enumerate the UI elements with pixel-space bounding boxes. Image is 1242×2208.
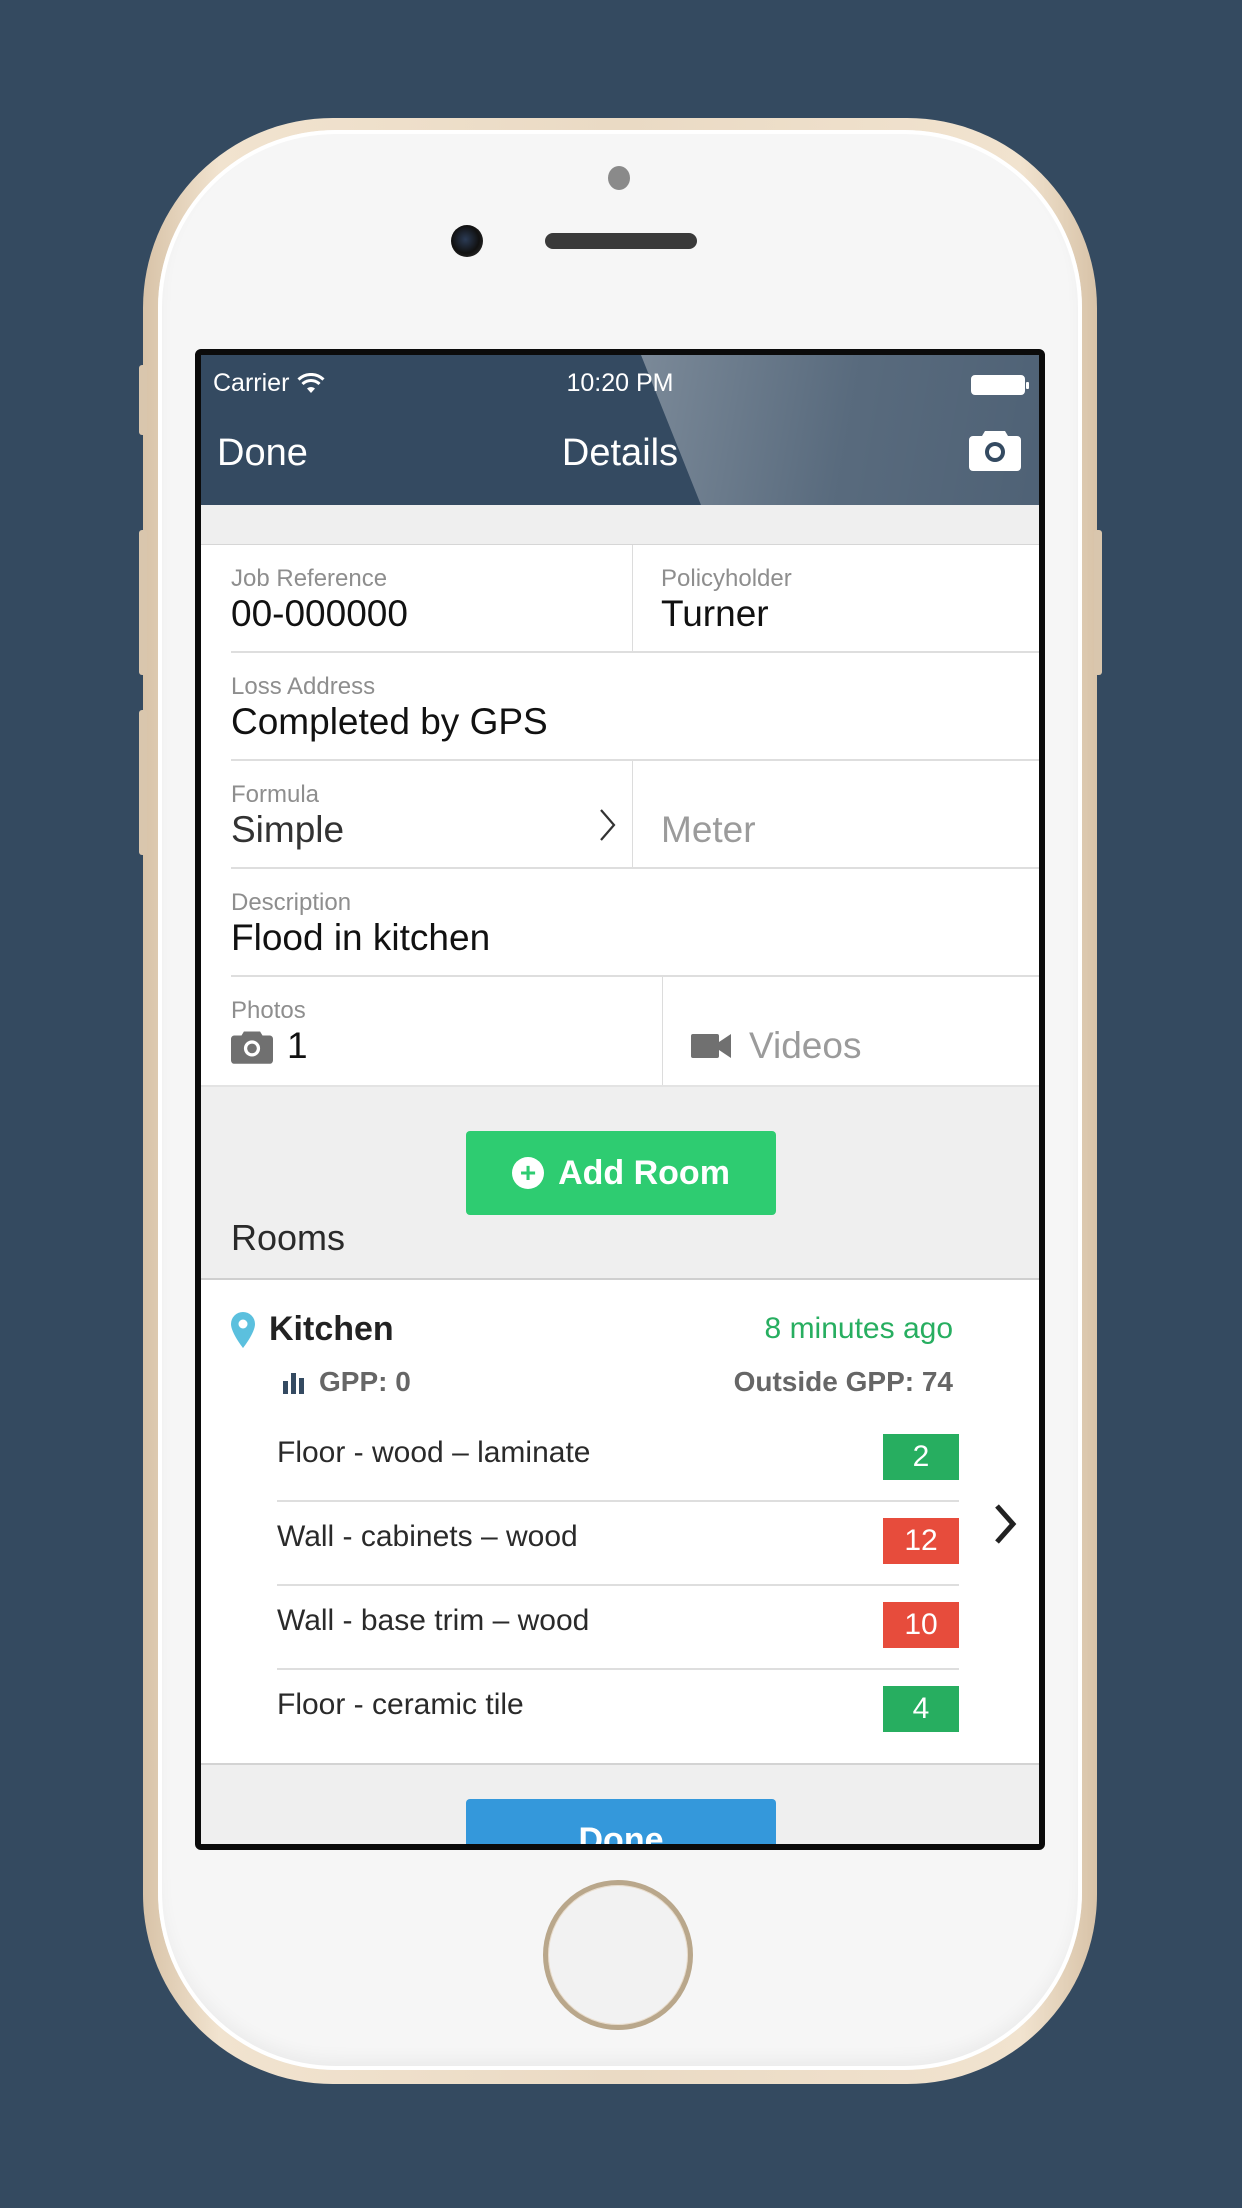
add-room-button[interactable]: + Add Room bbox=[466, 1131, 776, 1215]
chevron-right-icon[interactable] bbox=[993, 1502, 1019, 1546]
room-item: Floor - wood – laminate 2 bbox=[277, 1418, 959, 1502]
chevron-right-icon bbox=[600, 809, 616, 841]
meter-placeholder[interactable]: Meter bbox=[661, 809, 756, 851]
room-item: Floor - ceramic tile 4 bbox=[277, 1670, 959, 1754]
description-field[interactable]: Description Flood in kitchen bbox=[231, 869, 1039, 975]
proximity-sensor bbox=[608, 166, 630, 190]
loss-address-label: Loss Address bbox=[231, 673, 376, 700]
item-label: Wall - cabinets – wood bbox=[277, 1520, 578, 1553]
room-name-label: Kitchen bbox=[269, 1310, 394, 1348]
rooms-header: + Add Room Rooms bbox=[201, 1085, 1039, 1280]
earpiece-speaker bbox=[545, 233, 697, 249]
add-room-label: Add Room bbox=[558, 1153, 730, 1192]
videos-label: Videos bbox=[749, 1025, 862, 1066]
room-card-kitchen[interactable]: Kitchen 8 minutes ago GPP: 0 Outside GPP… bbox=[201, 1280, 1039, 1765]
videos-field[interactable]: Videos bbox=[663, 977, 1039, 1085]
reading-badge: 4 bbox=[883, 1686, 959, 1732]
videos-value[interactable]: Videos bbox=[691, 1025, 861, 1067]
room-gpp: GPP: 0 bbox=[283, 1366, 411, 1398]
plus-circle-icon: + bbox=[512, 1157, 545, 1189]
bottom-actions: Done bbox=[201, 1765, 1039, 1844]
reading-badge: 2 bbox=[883, 1434, 959, 1480]
video-camera-icon bbox=[691, 1034, 731, 1058]
row-description: Description Flood in kitchen bbox=[231, 869, 1039, 977]
item-label: Floor - ceramic tile bbox=[277, 1688, 524, 1721]
done-button[interactable]: Done bbox=[466, 1799, 776, 1844]
gpp-value: GPP: 0 bbox=[319, 1366, 411, 1397]
bar-chart-icon bbox=[283, 1373, 304, 1394]
section-spacer bbox=[201, 505, 1039, 545]
rooms-section-title: Rooms bbox=[231, 1217, 346, 1258]
row-formula-meter: Formula Simple Meter bbox=[231, 761, 1039, 869]
reading-badge: 12 bbox=[883, 1518, 959, 1564]
camera-icon[interactable] bbox=[969, 427, 1021, 471]
loss-address-value[interactable]: Completed by GPS bbox=[231, 701, 548, 743]
policyholder-value[interactable]: Turner bbox=[661, 593, 769, 635]
clock: 10:20 PM bbox=[566, 369, 674, 397]
row-loss-address: Loss Address Completed by GPS bbox=[231, 653, 1039, 761]
photos-field[interactable]: Photos 1 bbox=[231, 977, 663, 1085]
formula-field[interactable]: Formula Simple bbox=[231, 761, 633, 867]
volume-down-button bbox=[139, 710, 147, 855]
location-pin-icon bbox=[231, 1311, 255, 1348]
room-name: Kitchen bbox=[231, 1310, 394, 1349]
volume-up-button bbox=[139, 530, 147, 675]
photos-value[interactable]: 1 bbox=[231, 1025, 308, 1067]
photos-count: 1 bbox=[287, 1025, 308, 1066]
mute-switch bbox=[139, 365, 147, 435]
job-reference-value[interactable]: 00-000000 bbox=[231, 593, 408, 635]
room-item: Wall - base trim – wood 10 bbox=[277, 1586, 959, 1670]
job-details-form: Job Reference 00-000000 Policyholder Tur… bbox=[201, 545, 1039, 1085]
battery-icon bbox=[971, 375, 1029, 395]
job-reference-field[interactable]: Job Reference 00-000000 bbox=[231, 545, 633, 651]
item-label: Floor - wood – laminate bbox=[277, 1436, 591, 1469]
photo-camera-icon bbox=[231, 1031, 273, 1064]
reading-badge: 10 bbox=[883, 1602, 959, 1648]
loss-address-field[interactable]: Loss Address Completed by GPS bbox=[231, 653, 1039, 759]
job-reference-label: Job Reference bbox=[231, 565, 388, 592]
formula-label: Formula bbox=[231, 781, 320, 808]
room-updated-time: 8 minutes ago bbox=[764, 1312, 953, 1345]
item-label: Wall - base trim – wood bbox=[277, 1604, 590, 1637]
home-button[interactable] bbox=[543, 1880, 693, 2030]
room-items-list: Floor - wood – laminate 2 Wall - cabinet… bbox=[277, 1418, 959, 1754]
formula-value[interactable]: Simple bbox=[231, 809, 344, 851]
status-bar: Carrier 10:20 PM bbox=[201, 369, 1039, 405]
row-job-policy: Job Reference 00-000000 Policyholder Tur… bbox=[231, 545, 1039, 653]
description-value[interactable]: Flood in kitchen bbox=[231, 917, 490, 959]
policyholder-field[interactable]: Policyholder Turner bbox=[633, 545, 1039, 651]
outside-gpp-value: Outside GPP: 74 bbox=[733, 1366, 953, 1397]
description-label: Description bbox=[231, 889, 352, 916]
screen: Carrier 10:20 PM Done Details Job Refere… bbox=[195, 349, 1045, 1850]
photos-label: Photos bbox=[231, 997, 306, 1024]
meter-field[interactable]: Meter bbox=[633, 761, 1039, 867]
policyholder-label: Policyholder bbox=[661, 565, 792, 592]
navigation-bar: Carrier 10:20 PM Done Details bbox=[201, 355, 1039, 505]
row-media: Photos 1 Videos bbox=[201, 977, 1039, 1085]
front-camera bbox=[451, 225, 483, 257]
power-button bbox=[1094, 530, 1102, 675]
page-title: Details bbox=[561, 432, 679, 474]
room-item: Wall - cabinets – wood 12 bbox=[277, 1502, 959, 1586]
